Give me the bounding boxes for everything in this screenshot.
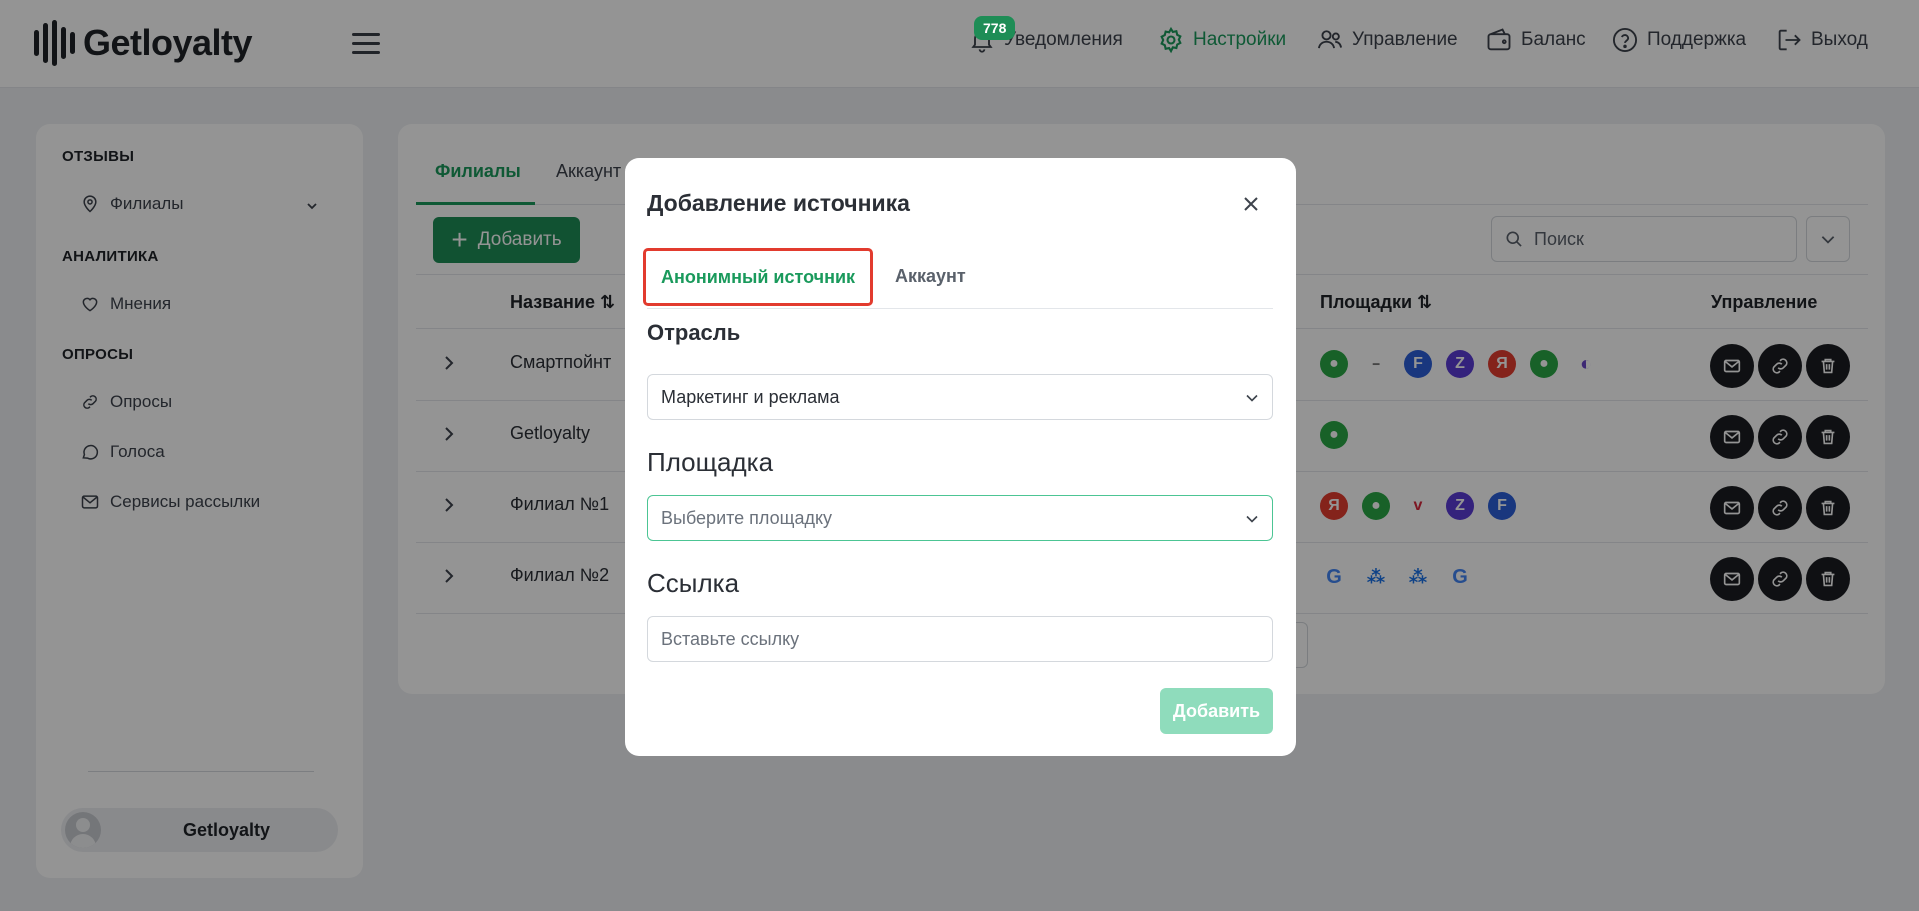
modal-title: Добавление источника: [647, 190, 910, 216]
platform-label: Площадка: [647, 447, 774, 477]
link-input[interactable]: [647, 616, 1273, 662]
tab-account[interactable]: Аккаунт: [895, 266, 966, 287]
platform-select[interactable]: Выберите площадку: [647, 495, 1273, 541]
add-source-modal: Добавление источника Анонимный источник …: [625, 158, 1296, 756]
close-icon[interactable]: [1239, 192, 1263, 216]
submit-add-button[interactable]: Добавить: [1160, 688, 1273, 734]
tab-anonymous-source[interactable]: Анонимный источник: [643, 248, 873, 306]
industry-select[interactable]: Маркетинг и реклама: [647, 374, 1273, 420]
chevron-down-icon: [1246, 515, 1258, 523]
chevron-down-icon: [1246, 394, 1258, 402]
modal-tabs-divider: [647, 308, 1273, 309]
link-label: Ссылка: [647, 568, 740, 598]
notifications-badge: 778: [974, 16, 1016, 40]
industry-label: Отрасль: [647, 320, 741, 345]
